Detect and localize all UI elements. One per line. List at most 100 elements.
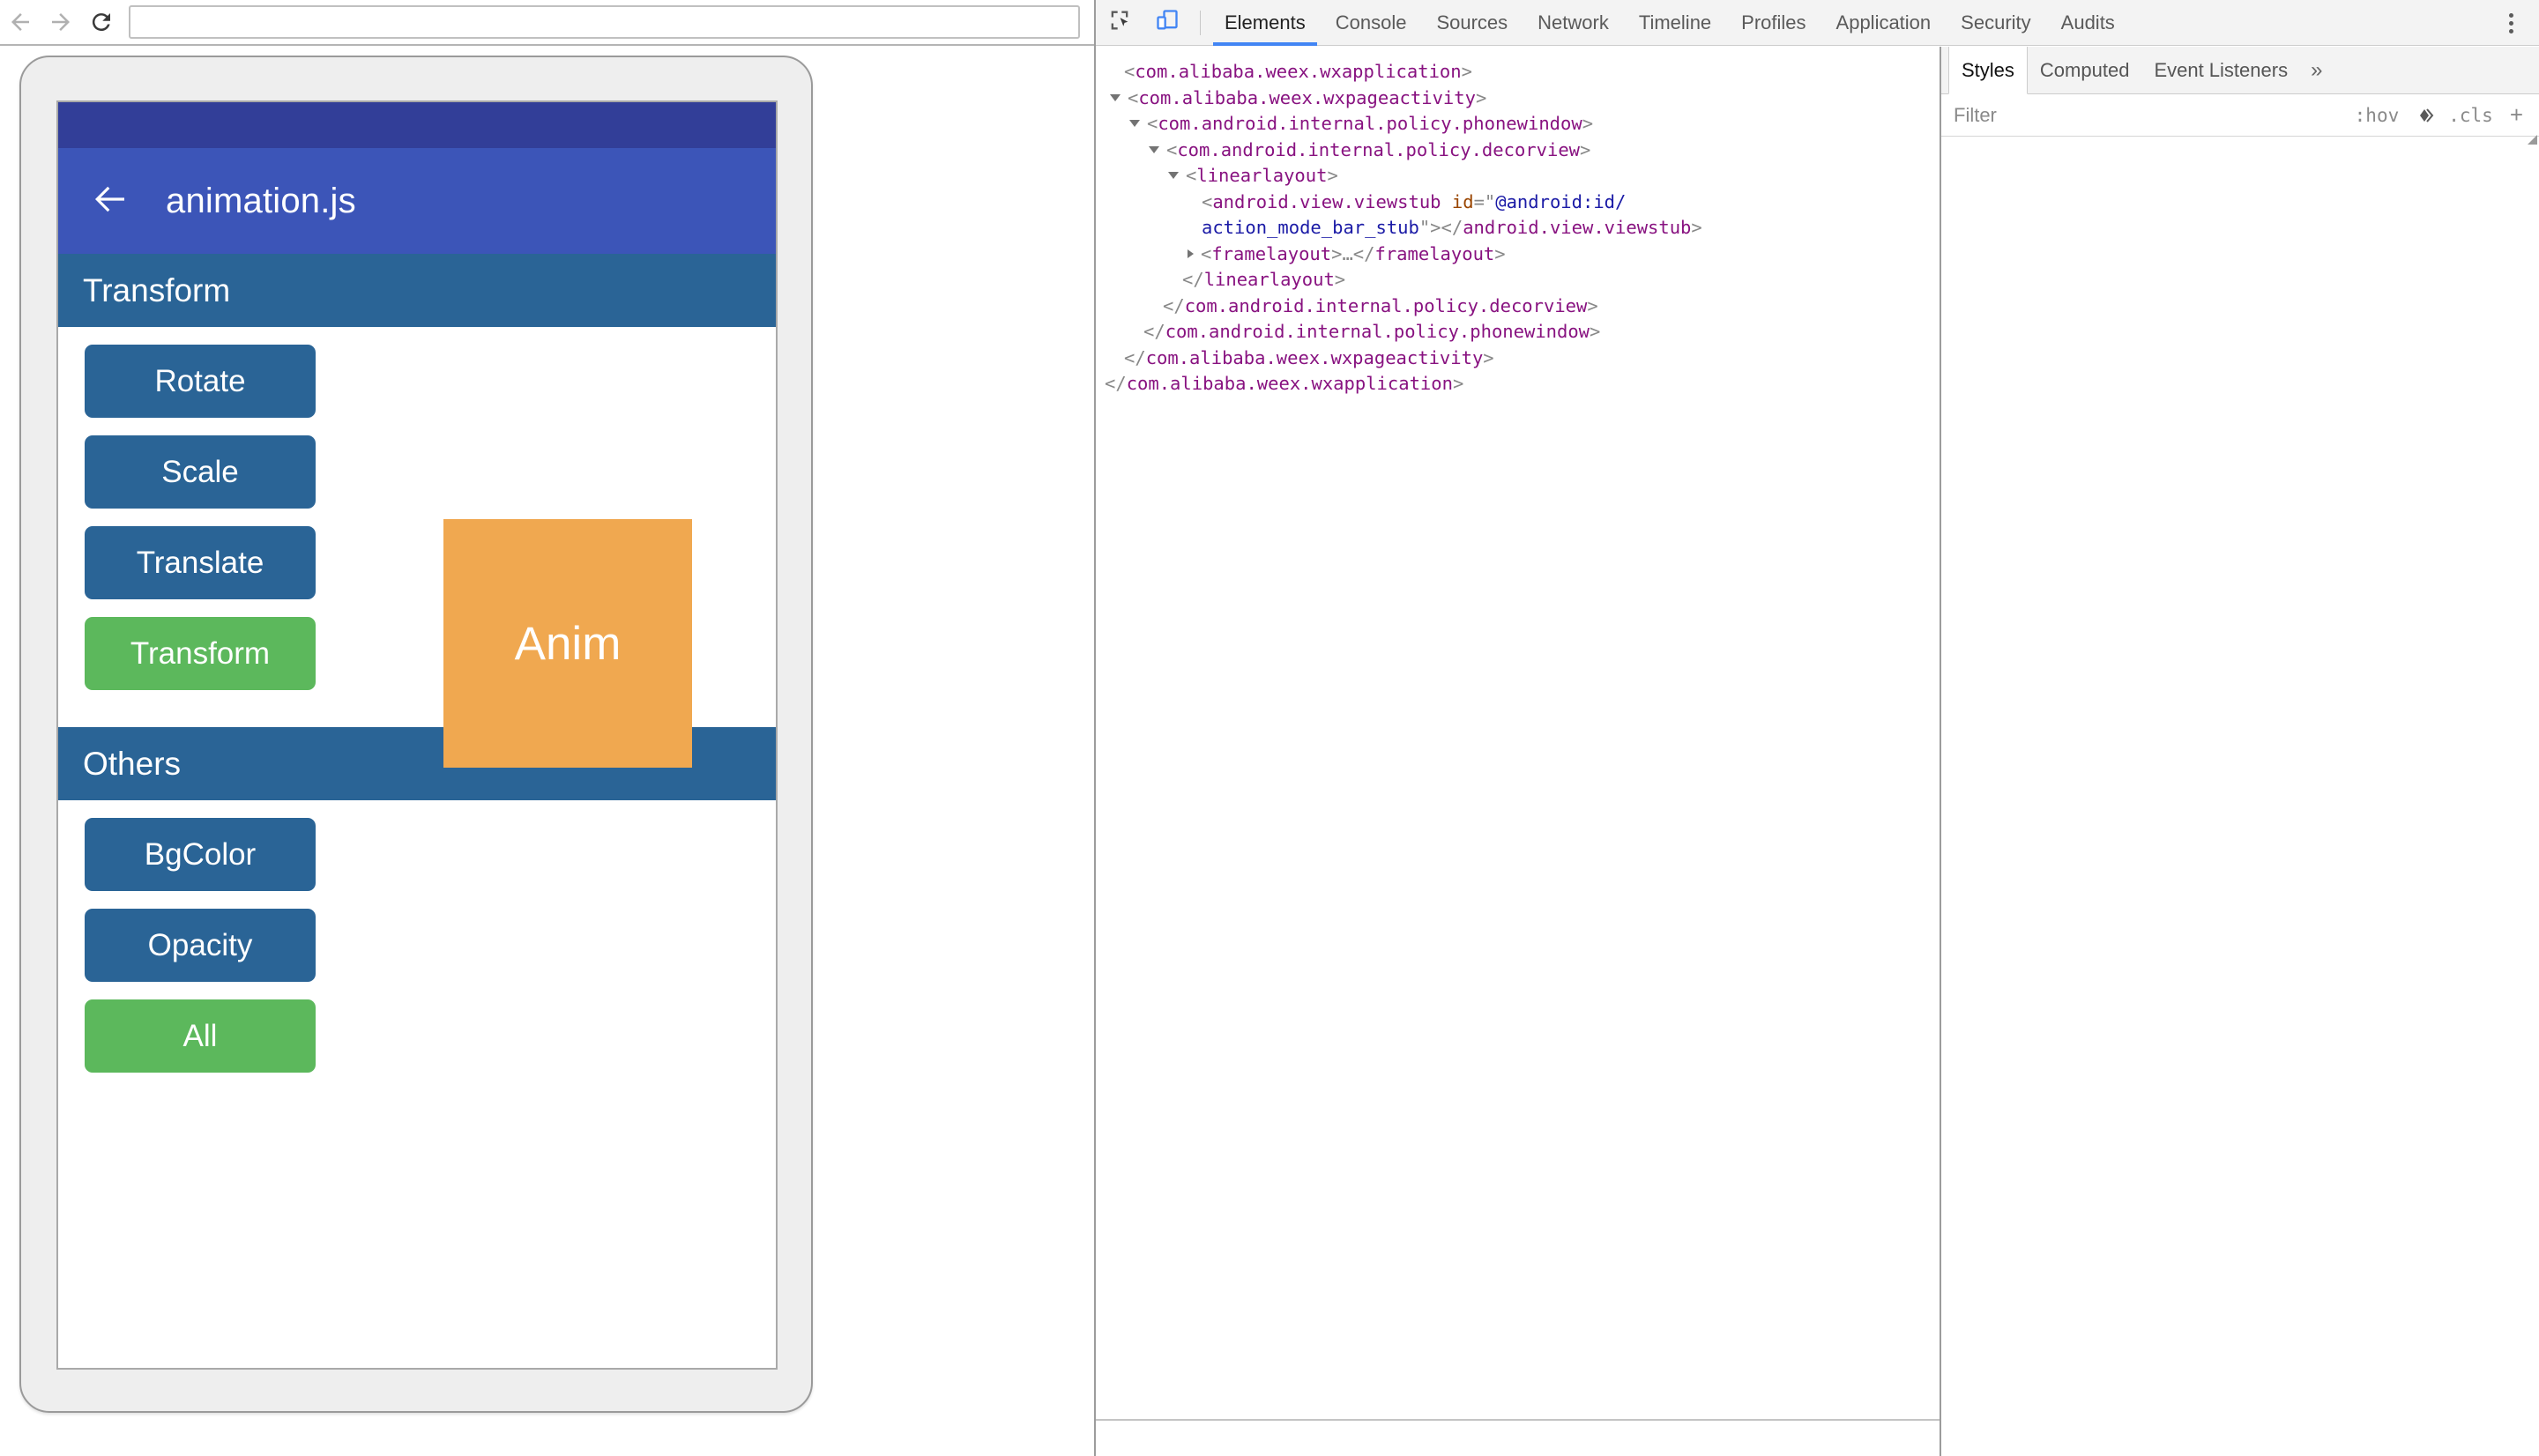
new-style-rule-button[interactable]: + xyxy=(2501,101,2532,129)
tab-timeline[interactable]: Timeline xyxy=(1624,0,1726,46)
dom-tree-node[interactable]: </com.alibaba.weex.wxpageactivity> xyxy=(1105,345,1940,372)
dom-tag: framelayout xyxy=(1211,242,1332,264)
dom-tag: framelayout xyxy=(1374,242,1495,264)
dom-punct: < xyxy=(1124,61,1135,82)
devtools-panel: Elements Console Sources Network Timelin… xyxy=(1094,0,2539,1456)
forward-button[interactable] xyxy=(41,2,81,42)
cls-toggle-button[interactable]: .cls xyxy=(2440,105,2501,126)
dom-tree-node[interactable]: </com.android.internal.policy.phonewindo… xyxy=(1105,319,1940,345)
tab-elements[interactable]: Elements xyxy=(1210,0,1321,46)
dom-tag: com.android.internal.policy.phonewindow xyxy=(1165,321,1590,342)
dom-punct: =" xyxy=(1473,190,1496,212)
dom-tree[interactable]: <com.alibaba.weex.wxapplication> <com.ali… xyxy=(1096,47,1940,397)
tab-event-listeners[interactable]: Event Listeners xyxy=(2141,47,2300,93)
all-button[interactable]: All xyxy=(85,999,316,1073)
dom-punct: </ xyxy=(1143,321,1165,342)
dom-tree-node[interactable]: <framelayout>…</framelayout> xyxy=(1105,241,1940,268)
dom-punct: </ xyxy=(1441,217,1463,238)
dom-punct: </ xyxy=(1352,242,1375,264)
arrow-left-icon xyxy=(89,178,131,225)
dom-punct: > xyxy=(1587,294,1598,316)
dom-punct: … xyxy=(1342,242,1353,264)
tab-network[interactable]: Network xyxy=(1523,0,1624,46)
toolbar-divider xyxy=(1200,10,1201,35)
dom-punct: > xyxy=(1334,269,1346,290)
dom-attr-value: action_mode_bar_stub xyxy=(1202,217,1419,238)
twisty-expanded-icon[interactable] xyxy=(1129,120,1140,127)
dom-tree-node[interactable]: <com.android.internal.policy.phonewindow… xyxy=(1105,111,1940,137)
animated-box[interactable]: Anim xyxy=(443,519,692,768)
dom-tree-node[interactable]: </com.android.internal.policy.decorview> xyxy=(1105,293,1940,320)
dom-tag: com.alibaba.weex.wxapplication xyxy=(1126,373,1453,394)
dom-punct: > xyxy=(1475,86,1487,108)
color-picker-diamond-icon[interactable] xyxy=(2407,107,2440,124)
app-back-button[interactable] xyxy=(85,175,136,227)
tab-profiles[interactable]: Profiles xyxy=(1726,0,1820,46)
page-title: animation.js xyxy=(166,181,356,220)
dom-attr-name: id xyxy=(1451,190,1474,212)
styles-filter-bar: :hov .cls + xyxy=(1941,94,2539,137)
dom-punct: > xyxy=(1483,346,1494,368)
dom-panel-splitter[interactable] xyxy=(1096,1419,1940,1421)
dom-tree-node[interactable]: <com.android.internal.policy.decorview> xyxy=(1105,137,1940,164)
transform-button[interactable]: Transform xyxy=(85,617,316,690)
address-bar[interactable] xyxy=(129,5,1080,39)
dom-punct: </ xyxy=(1163,294,1185,316)
dom-punct: < xyxy=(1166,138,1178,160)
dom-punct: < xyxy=(1201,242,1212,264)
dom-tree-node[interactable]: <android.view.viewstub id="@android:id/ xyxy=(1105,189,1940,216)
dom-tree-node[interactable]: <linearlayout> xyxy=(1105,163,1940,189)
device-toolbar-icon xyxy=(1155,8,1180,37)
rotate-button[interactable]: Rotate xyxy=(85,345,316,418)
dom-tag: com.alibaba.weex.wxpageactivity xyxy=(1145,346,1484,368)
inspect-element-button[interactable] xyxy=(1096,0,1143,46)
dom-punct: > xyxy=(1590,321,1601,342)
back-button[interactable] xyxy=(0,2,41,42)
device-emulation-viewport: animation.js Transform Rotate Scale Tran… xyxy=(0,48,1094,1456)
tab-styles[interactable]: Styles xyxy=(1948,47,2028,94)
dom-punct: < xyxy=(1128,86,1139,108)
scale-button[interactable]: Scale xyxy=(85,435,316,509)
device-screen: animation.js Transform Rotate Scale Tran… xyxy=(56,100,778,1370)
dom-tag: com.android.internal.policy.phonewindow xyxy=(1158,113,1582,134)
styles-resize-corner[interactable] xyxy=(2528,135,2537,145)
tab-security[interactable]: Security xyxy=(1946,0,2045,46)
tab-audits[interactable]: Audits xyxy=(2046,0,2130,46)
dom-tree-node[interactable]: </com.alibaba.weex.wxapplication> xyxy=(1105,371,1940,397)
device-toolbar-button[interactable] xyxy=(1143,0,1191,46)
twisty-expanded-icon[interactable] xyxy=(1149,145,1159,153)
opacity-button[interactable]: Opacity xyxy=(85,909,316,982)
tab-console[interactable]: Console xyxy=(1321,0,1422,46)
dom-punct: > xyxy=(1691,217,1702,238)
twisty-expanded-icon[interactable] xyxy=(1110,93,1121,101)
tab-application[interactable]: Application xyxy=(1821,0,1947,46)
dom-tree-panel[interactable]: <com.alibaba.weex.wxapplication> <com.ali… xyxy=(1096,47,1941,1456)
dom-tag: com.alibaba.weex.wxpageactivity xyxy=(1138,86,1476,108)
styles-more-tabs-button[interactable]: » xyxy=(2300,47,2333,93)
reload-button[interactable] xyxy=(81,2,122,42)
dom-punct: </ xyxy=(1124,346,1146,368)
devtools-menu-button[interactable] xyxy=(2491,0,2530,46)
tab-sources[interactable]: Sources xyxy=(1421,0,1523,46)
dom-punct: > xyxy=(1331,242,1343,264)
styles-filter-input[interactable] xyxy=(1954,103,2347,127)
mobile-app-bar: animation.js xyxy=(58,148,776,254)
bgcolor-button[interactable]: BgColor xyxy=(85,818,316,891)
styles-tab-strip: Styles Computed Event Listeners » xyxy=(1941,47,2539,94)
twisty-expanded-icon[interactable] xyxy=(1168,172,1179,179)
dom-punct: </ xyxy=(1182,269,1204,290)
dom-punct: > xyxy=(1327,165,1338,186)
dom-tree-node[interactable]: <com.alibaba.weex.wxapplication> xyxy=(1105,59,1940,85)
tab-computed[interactable]: Computed xyxy=(2028,47,2142,93)
section-header-transform: Transform xyxy=(58,254,776,327)
translate-button[interactable]: Translate xyxy=(85,526,316,599)
section-body-transform: Rotate Scale Translate Transform Anim xyxy=(58,327,776,768)
twisty-collapsed-icon[interactable] xyxy=(1188,249,1194,258)
dom-tree-node[interactable]: action_mode_bar_stub"></android.view.vie… xyxy=(1105,215,1940,241)
dom-tree-node[interactable]: <com.alibaba.weex.wxpageactivity> xyxy=(1105,85,1940,112)
hov-toggle-button[interactable]: :hov xyxy=(2347,105,2408,126)
dom-tag: linearlayout xyxy=(1196,165,1328,186)
dom-punct: < xyxy=(1147,113,1158,134)
dom-tag: android.view.viewstub xyxy=(1212,190,1441,212)
dom-tree-node[interactable]: </linearlayout> xyxy=(1105,267,1940,293)
